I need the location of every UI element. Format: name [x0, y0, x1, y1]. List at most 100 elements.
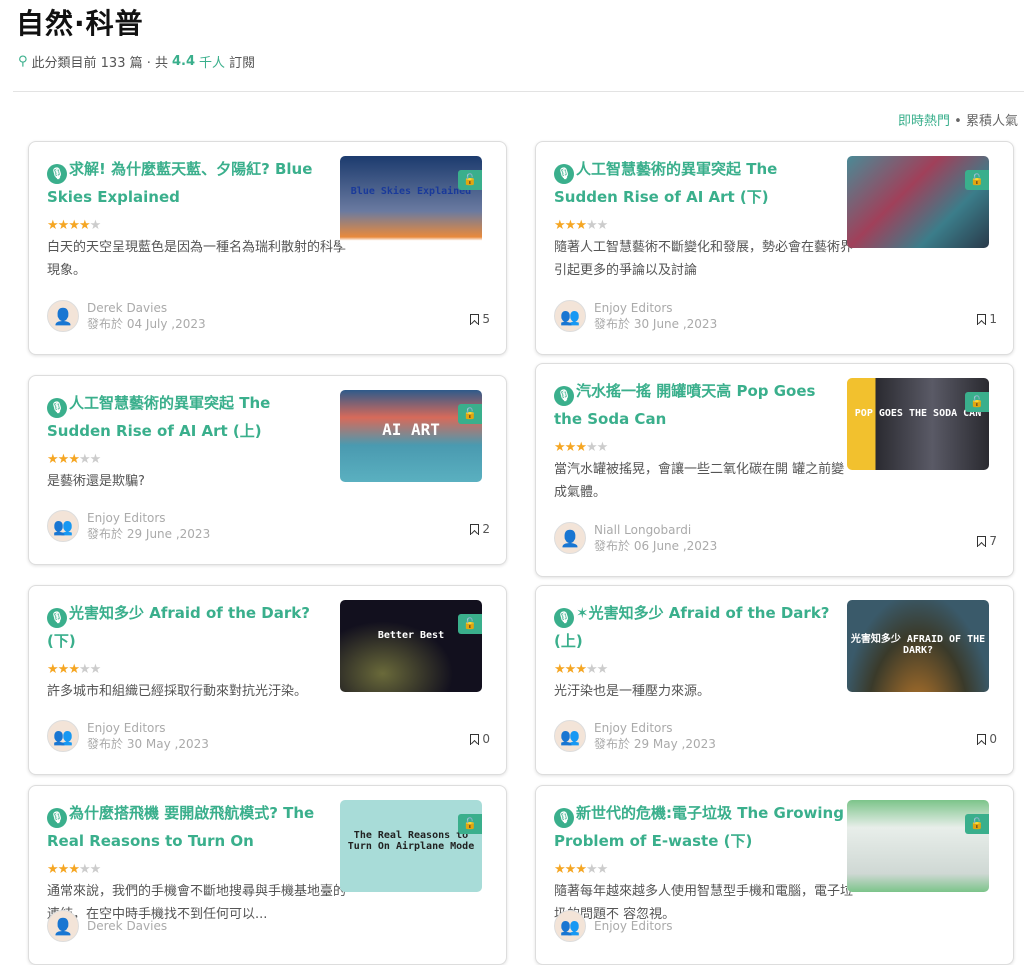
star-icon: ★ — [575, 218, 587, 233]
bookmark-count: 1 — [989, 312, 997, 326]
meta-prefix: 此分類目前 133 篇 · 共 — [31, 56, 169, 71]
bookmark-button[interactable]: 5 — [470, 312, 490, 326]
bookmark-icon — [977, 535, 987, 547]
microphone-icon: 🎙 — [554, 164, 574, 184]
rating-stars: ★★★★★ — [554, 662, 609, 677]
article-card[interactable]: 🎙 為什麼搭飛機 要開啟飛航模式? The Real Reasons to Tur… — [28, 785, 507, 965]
publish-date: 發布於 30 June ,2023 — [594, 317, 718, 331]
article-description: 許多城市和組織已經採取行動來對抗光汙染。 — [47, 684, 308, 699]
avatar: 👤 — [47, 300, 79, 332]
article-title-text: 光害知多少 Afraid of the Dark? (下) — [47, 604, 310, 650]
star-icon: ★ — [47, 862, 59, 877]
article-title[interactable]: 🎙 光害知多少 Afraid of the Dark? (下) — [47, 600, 337, 654]
article-title-text: 為什麼搭飛機 要開啟飛航模式? The Real Reasons to Turn… — [47, 804, 315, 850]
article-thumbnail[interactable]: The Real Reasons to Turn On Airplane Mod… — [340, 800, 482, 892]
article-card[interactable]: 🎙 新世代的危機:電子垃圾 The Growing Problem of E-wa… — [535, 785, 1014, 965]
star-icon: ★ — [47, 218, 59, 233]
star-icon: ★ — [596, 662, 609, 677]
thumbnail-text: 光害知多少 AFRAID OF THE DARK? — [850, 634, 986, 656]
author-info: 👥 Enjoy Editors — [554, 910, 673, 942]
article-title[interactable]: 🎙 ✶光害知多少 Afraid of the Dark? (上) — [554, 600, 844, 654]
sort-separator: • — [950, 114, 966, 129]
star-icon: ★ — [89, 862, 102, 877]
avatar: 👤 — [47, 910, 79, 942]
author-name[interactable]: Enjoy Editors — [87, 510, 210, 526]
author-name[interactable]: Enjoy Editors — [594, 300, 717, 316]
author-name[interactable]: Derek Davies — [87, 300, 206, 316]
star-icon: ★ — [68, 662, 80, 677]
microphone-icon: 🎙 — [554, 386, 574, 406]
bookmark-count: 5 — [482, 312, 490, 326]
star-icon: ★ — [564, 862, 577, 877]
article-thumbnail[interactable]: 🔓 — [847, 800, 989, 892]
star-icon: ★ — [57, 218, 70, 233]
star-icon: ★ — [564, 440, 577, 455]
star-icon: ★ — [57, 862, 70, 877]
unlock-icon: 🔓 — [458, 170, 482, 190]
page-title: 自然·科普 — [16, 7, 144, 40]
article-title[interactable]: 🎙 求解! 為什麼藍天藍、夕陽紅? Blue Skies Explained — [47, 156, 337, 210]
star-icon: ★ — [585, 218, 598, 233]
article-title[interactable]: 🎙 人工智慧藝術的異軍突起 The Sudden Rise of AI Art (… — [47, 390, 337, 444]
author-name[interactable]: Enjoy Editors — [594, 720, 716, 736]
bookmark-count: 0 — [482, 732, 490, 746]
sort-options: 即時熱門 • 累積人氣 — [898, 110, 1018, 129]
bookmark-button[interactable]: 7 — [977, 534, 997, 548]
star-icon: ★ — [575, 440, 587, 455]
article-title[interactable]: 🎙 新世代的危機:電子垃圾 The Growing Problem of E-wa… — [554, 800, 844, 854]
rating-stars: ★★★★★ — [554, 440, 609, 455]
article-title[interactable]: 🎙 人工智慧藝術的異軍突起 The Sudden Rise of AI Art (… — [554, 156, 844, 210]
rating-stars: ★★★★★ — [47, 218, 101, 233]
star-icon: ★ — [68, 218, 80, 233]
meta-end: 訂閱 — [229, 56, 256, 71]
article-card[interactable]: 🎙 人工智慧藝術的異軍突起 The Sudden Rise of AI Art (… — [28, 375, 507, 565]
author-name[interactable]: Niall Longobardi — [594, 522, 717, 538]
article-title-text: 新世代的危機:電子垃圾 The Growing Problem of E-was… — [554, 804, 844, 850]
article-thumbnail[interactable]: Better Best 🔓 — [340, 600, 482, 692]
rating-stars: ★★★★★ — [47, 862, 102, 877]
article-thumbnail[interactable]: 光害知多少 AFRAID OF THE DARK? — [847, 600, 989, 692]
star-icon: ★ — [57, 662, 70, 677]
bookmark-icon — [470, 523, 480, 535]
article-thumbnail[interactable]: 🔓 — [847, 156, 989, 248]
article-thumbnail[interactable]: Blue Skies Explained 🔓 — [340, 156, 482, 248]
author-name[interactable]: Derek Davies — [87, 918, 167, 934]
publish-date: 發布於 29 June ,2023 — [87, 527, 211, 541]
article-card[interactable]: 🎙 光害知多少 Afraid of the Dark? (下) ★★★★★ 許多城… — [28, 585, 507, 775]
star-icon: ★ — [596, 440, 609, 455]
article-title[interactable]: 🎙 為什麼搭飛機 要開啟飛航模式? The Real Reasons to Tur… — [47, 800, 337, 854]
article-card[interactable]: 🎙 ✶光害知多少 Afraid of the Dark? (上) ★★★★★ 光汙… — [535, 585, 1014, 775]
author-info: 👤 Niall Longobardi 發布於 06 June ,2023 — [554, 522, 717, 554]
article-card[interactable]: 🎙 求解! 為什麼藍天藍、夕陽紅? Blue Skies Explained ★★… — [28, 141, 507, 355]
article-card[interactable]: 🎙 汽水搖一搖 開罐噴天高 Pop Goes the Soda Can ★★★★★… — [535, 363, 1014, 577]
article-description: 白天的天空呈現藍色是因為一種名為瑞利散射的科學現象。 — [47, 240, 347, 278]
article-description: 光汙染也是一種壓力來源。 — [554, 684, 711, 699]
bookmark-icon — [470, 313, 480, 325]
microphone-icon: 🎙 — [47, 608, 67, 628]
article-thumbnail[interactable]: POP GOES THE SODA CAN 🔓 — [847, 378, 989, 470]
article-title[interactable]: 🎙 汽水搖一搖 開罐噴天高 Pop Goes the Soda Can — [554, 378, 844, 432]
bookmark-button[interactable]: 0 — [977, 732, 997, 746]
publish-date: 發布於 29 May ,2023 — [594, 737, 716, 751]
avatar: 👥 — [554, 300, 586, 332]
bookmark-button[interactable]: 2 — [470, 522, 490, 536]
article-card[interactable]: 🎙 人工智慧藝術的異軍突起 The Sudden Rise of AI Art (… — [535, 141, 1014, 355]
sort-popular[interactable]: 累積人氣 — [966, 114, 1018, 129]
subscriber-count: 4.4 — [172, 54, 196, 69]
bookmark-button[interactable]: 1 — [977, 312, 997, 326]
microphone-icon: 🎙 — [554, 608, 574, 628]
author-name[interactable]: Enjoy Editors — [87, 720, 209, 736]
star-icon: ★ — [78, 452, 91, 467]
bookmark-icon — [470, 733, 480, 745]
bookmark-count: 7 — [989, 534, 997, 548]
sort-trending[interactable]: 即時熱門 — [898, 114, 950, 129]
bookmark-button[interactable]: 0 — [470, 732, 490, 746]
avatar: 👥 — [47, 720, 79, 752]
star-icon: ★ — [575, 662, 587, 677]
article-thumbnail[interactable]: AI ART 🔓 — [340, 390, 482, 482]
author-name[interactable]: Enjoy Editors — [594, 918, 673, 934]
star-icon: ★ — [89, 662, 102, 677]
article-title-text: 汽水搖一搖 開罐噴天高 Pop Goes the Soda Can — [554, 382, 816, 428]
star-icon: ★ — [554, 862, 566, 877]
microphone-icon: 🎙 — [554, 808, 574, 828]
